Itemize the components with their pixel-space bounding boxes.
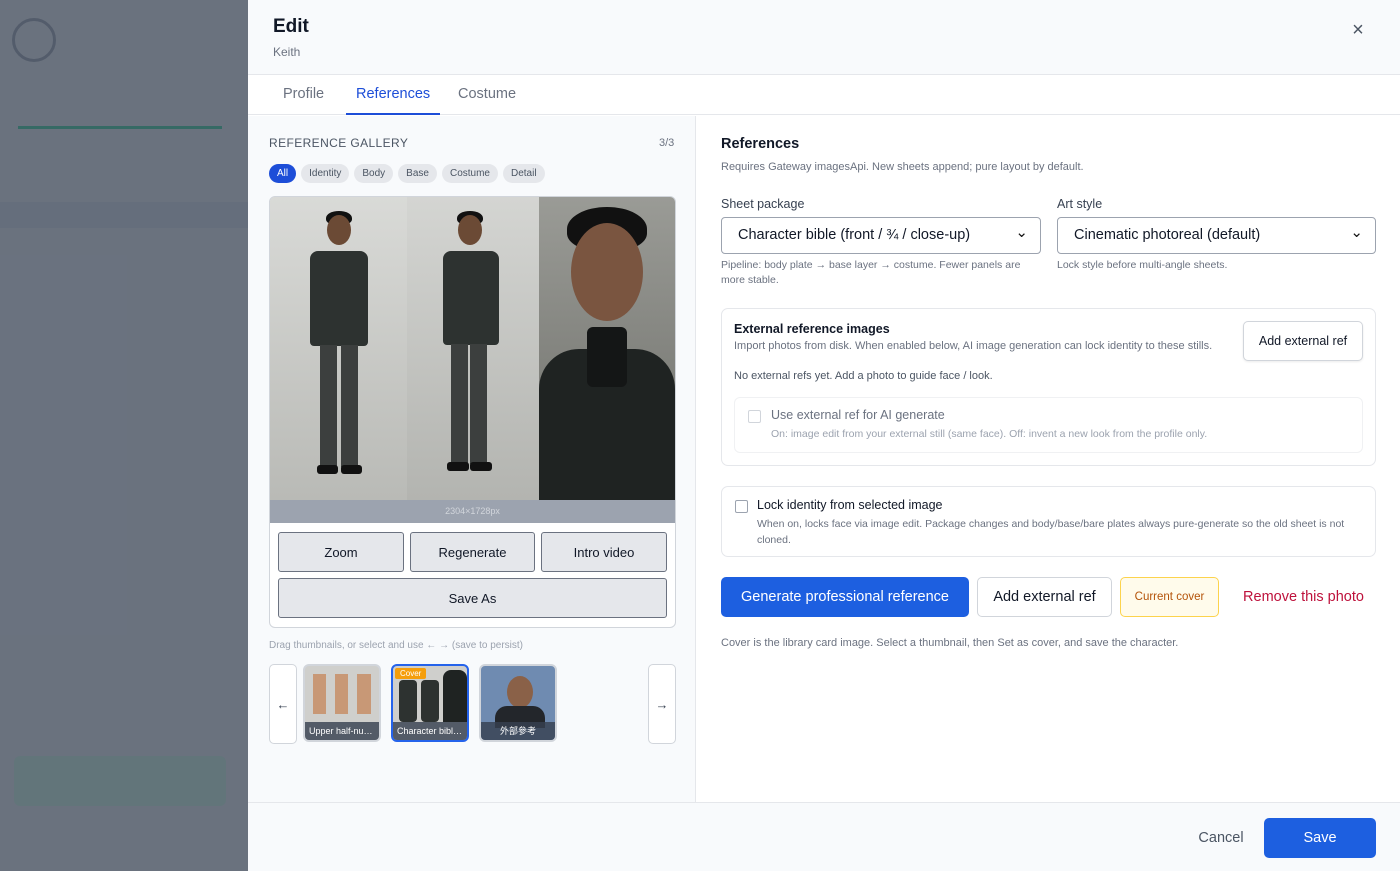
cancel-button[interactable]: Cancel: [1188, 818, 1254, 858]
use-external-ref-checkbox[interactable]: [748, 410, 761, 423]
filter-chip-body[interactable]: Body: [354, 164, 394, 183]
external-refs-panel: External reference images Import photos …: [721, 308, 1376, 466]
add-external-ref-action-button[interactable]: Add external ref: [977, 577, 1112, 617]
thumbnail-caption: Upper half-nud…: [305, 722, 379, 740]
tab-bar: Profile References Costume: [248, 75, 1400, 115]
filter-chip-base[interactable]: Base: [398, 164, 437, 183]
use-external-ref-desc: On: image edit from your external still …: [771, 428, 1208, 440]
references-title: References: [721, 136, 800, 152]
preview-image[interactable]: [270, 197, 675, 500]
thumbnail-item[interactable]: 外部參考: [479, 664, 557, 742]
external-refs-desc: Import photos from disk. When enabled be…: [734, 340, 1213, 352]
gallery-action-row: Zoom Regenerate Intro video: [278, 532, 667, 572]
filter-chip-detail[interactable]: Detail: [502, 164, 545, 183]
gallery-preview: 2304×1728px Zoom Regenerate Intro video …: [269, 196, 676, 628]
external-refs-title: External reference images: [734, 322, 890, 336]
thumbnail-strip: ← Upper half-nud… Cover Character bible……: [269, 664, 676, 744]
modal-header: Edit Keith ×: [248, 0, 1400, 75]
image-dimensions: 2304×1728px: [270, 500, 675, 523]
thumbnail-caption: 外部參考: [481, 722, 555, 740]
drag-hint: Drag thumbnails, or select and use ← → (…: [269, 640, 523, 651]
preview-panel-three-quarter: [407, 197, 539, 500]
tab-references[interactable]: References: [346, 75, 441, 115]
thumbnail-item[interactable]: Upper half-nud…: [303, 664, 381, 742]
filter-chip-all[interactable]: All: [269, 164, 297, 183]
sheet-package-hint: Pipeline: body plate → base layer → cost…: [721, 259, 1021, 286]
intro-video-button[interactable]: Intro video: [541, 532, 667, 572]
lock-identity-title: Lock identity from selected image: [757, 498, 943, 512]
cover-badge: Cover: [395, 668, 427, 679]
filter-chip-costume[interactable]: Costume: [441, 164, 498, 183]
lock-identity-checkbox[interactable]: [735, 500, 748, 513]
tab-costume[interactable]: Costume: [448, 75, 526, 115]
references-subtitle: Requires Gateway imagesApi. New sheets a…: [721, 161, 1084, 173]
next-arrow-button[interactable]: →: [648, 664, 676, 744]
edit-modal: Edit Keith × Profile References Costume …: [248, 0, 1400, 871]
current-cover-button[interactable]: Current cover: [1120, 577, 1219, 617]
regenerate-button[interactable]: Regenerate: [410, 532, 535, 572]
cover-note: Cover is the library card image. Select …: [721, 637, 1179, 649]
prev-arrow-button[interactable]: ←: [269, 664, 297, 744]
generate-reference-button[interactable]: Generate professional reference: [721, 577, 969, 617]
gallery-filter-chips: All Identity Body Base Costume Detail: [269, 164, 545, 183]
modal-title: Edit: [273, 16, 309, 37]
save-button[interactable]: Save: [1264, 818, 1376, 858]
modal-backdrop[interactable]: [0, 0, 248, 871]
add-external-ref-button[interactable]: Add external ref: [1243, 321, 1363, 361]
tab-profile[interactable]: Profile: [273, 75, 334, 115]
thumbnail-item[interactable]: Cover Character bible…: [391, 664, 469, 742]
lock-identity-panel: Lock identity from selected image When o…: [721, 486, 1376, 557]
sheet-package-select[interactable]: Character bible (front / ¾ / close-up): [721, 215, 1041, 254]
gallery-count: 3/3: [659, 137, 675, 149]
use-external-ref-title: Use external ref for AI generate: [771, 408, 945, 422]
remove-photo-button[interactable]: Remove this photo: [1231, 577, 1376, 617]
gallery-label: REFERENCE GALLERY: [269, 136, 409, 150]
filter-chip-identity[interactable]: Identity: [301, 164, 350, 183]
art-style-hint: Lock style before multi-angle sheets.: [1057, 259, 1228, 271]
references-pane: References Requires Gateway imagesApi. N…: [697, 116, 1400, 802]
zoom-button[interactable]: Zoom: [278, 532, 404, 572]
external-refs-empty: No external refs yet. Add a photo to gui…: [734, 370, 993, 382]
preview-panel-close-up: [539, 197, 675, 500]
modal-footer: Cancel Save: [248, 802, 1400, 871]
modal-subtitle: Keith: [273, 45, 301, 59]
use-external-ref-option: Use external ref for AI generate On: ima…: [734, 397, 1363, 453]
art-style-label: Art style: [1057, 197, 1103, 211]
gallery-pane: REFERENCE GALLERY 3/3 All Identity Body …: [248, 116, 696, 802]
close-icon[interactable]: ×: [1344, 16, 1372, 44]
preview-panel-front: [270, 197, 407, 500]
sheet-package-label: Sheet package: [721, 197, 805, 211]
lock-identity-desc: When on, locks face via image edit. Pack…: [757, 518, 1345, 546]
art-style-select[interactable]: Cinematic photoreal (default): [1057, 215, 1376, 254]
thumbnail-caption: Character bible…: [393, 722, 467, 740]
save-as-button[interactable]: Save As: [278, 578, 667, 618]
